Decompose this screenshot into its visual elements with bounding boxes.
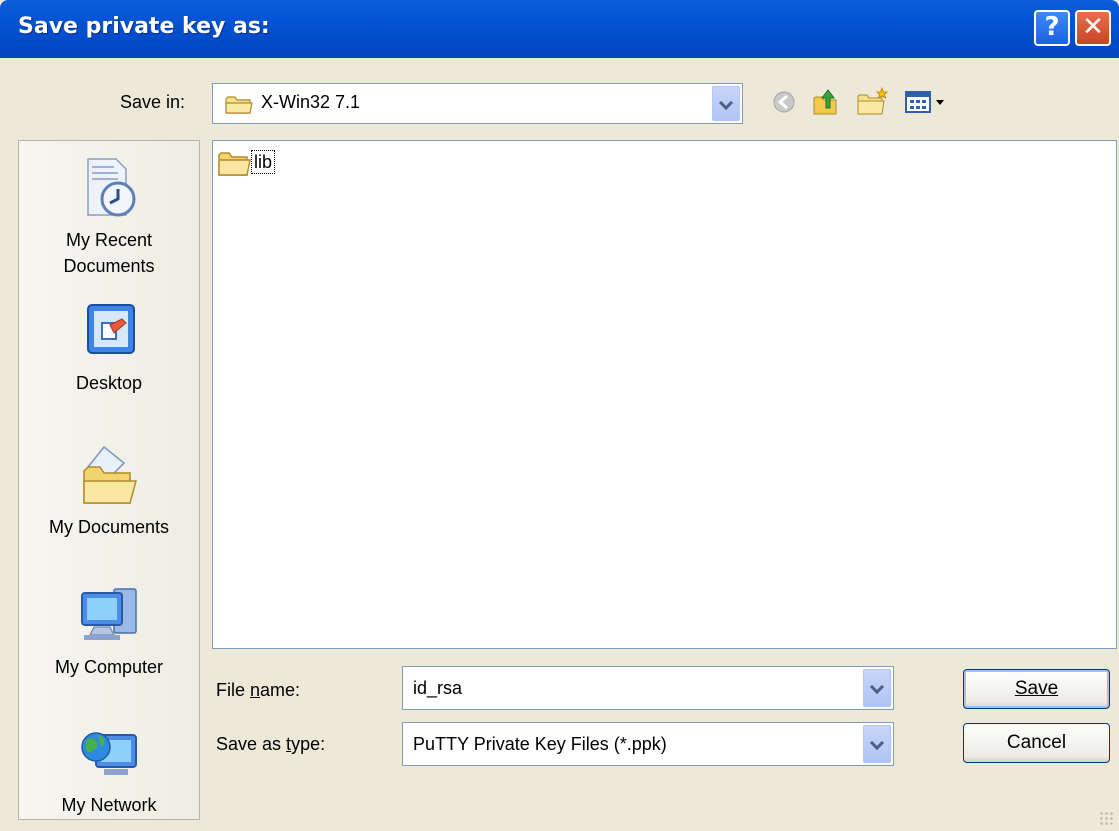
places-bar: My Recent Documents Desktop My Documents… bbox=[18, 140, 200, 820]
help-icon: ? bbox=[1044, 12, 1060, 42]
place-label: My Computer bbox=[54, 657, 164, 677]
dialog-title: Save private key as: bbox=[18, 14, 270, 39]
save-button[interactable]: Save bbox=[963, 669, 1110, 709]
save-in-dropdown[interactable]: X-Win32 7.1 bbox=[212, 83, 743, 124]
chevron-down-icon[interactable] bbox=[863, 669, 891, 707]
recent-documents-icon bbox=[87, 158, 136, 217]
cancel-button-label: Cancel bbox=[1006, 732, 1067, 753]
up-folder-icon[interactable] bbox=[808, 84, 844, 120]
file-list[interactable]: lib bbox=[212, 140, 1117, 649]
place-my-network[interactable]: My Network bbox=[19, 721, 199, 816]
save-as-type-value: PuTTY Private Key Files (*.ppk) bbox=[413, 734, 667, 754]
help-button[interactable]: ? bbox=[1034, 10, 1070, 46]
place-label: Desktop bbox=[75, 373, 143, 393]
save-as-type-label: Save as type: bbox=[216, 734, 326, 754]
cancel-button[interactable]: Cancel bbox=[963, 723, 1110, 763]
folder-icon bbox=[225, 96, 253, 114]
save-in-label: Save in: bbox=[120, 92, 186, 112]
folder-icon bbox=[218, 152, 251, 176]
close-icon: ✕ bbox=[1082, 12, 1104, 42]
my-network-icon bbox=[81, 732, 137, 775]
file-name-label: File name: bbox=[216, 680, 301, 700]
file-name-value: id_rsa bbox=[413, 678, 463, 698]
place-label: My Recent Documents bbox=[63, 230, 155, 276]
close-button[interactable]: ✕ bbox=[1075, 10, 1111, 46]
my-computer-icon bbox=[81, 588, 137, 640]
file-name-label: lib bbox=[251, 150, 276, 174]
chevron-down-icon[interactable] bbox=[863, 725, 891, 763]
save-button-label: Save bbox=[1014, 678, 1059, 699]
my-documents-icon bbox=[83, 445, 137, 504]
place-label: My Documents bbox=[48, 517, 170, 537]
save-in-value: X-Win32 7.1 bbox=[261, 92, 361, 112]
desktop-icon bbox=[87, 304, 135, 354]
back-icon[interactable] bbox=[766, 84, 802, 120]
place-my-computer[interactable]: My Computer bbox=[19, 581, 199, 678]
view-menu-icon[interactable] bbox=[902, 84, 950, 120]
place-my-documents[interactable]: My Documents bbox=[19, 441, 199, 538]
new-folder-icon[interactable] bbox=[854, 84, 890, 120]
chevron-down-icon[interactable] bbox=[712, 86, 740, 121]
resize-grip[interactable] bbox=[1099, 811, 1115, 827]
save-as-type-dropdown[interactable]: PuTTY Private Key Files (*.ppk) bbox=[402, 722, 894, 766]
place-my-recent-documents[interactable]: My Recent Documents bbox=[19, 153, 199, 279]
place-label: My Network bbox=[61, 795, 157, 815]
file-name-input[interactable]: id_rsa bbox=[402, 666, 894, 710]
title-bar[interactable]: Save private key as: ? ✕ bbox=[0, 0, 1119, 58]
place-desktop[interactable]: Desktop bbox=[19, 297, 199, 394]
